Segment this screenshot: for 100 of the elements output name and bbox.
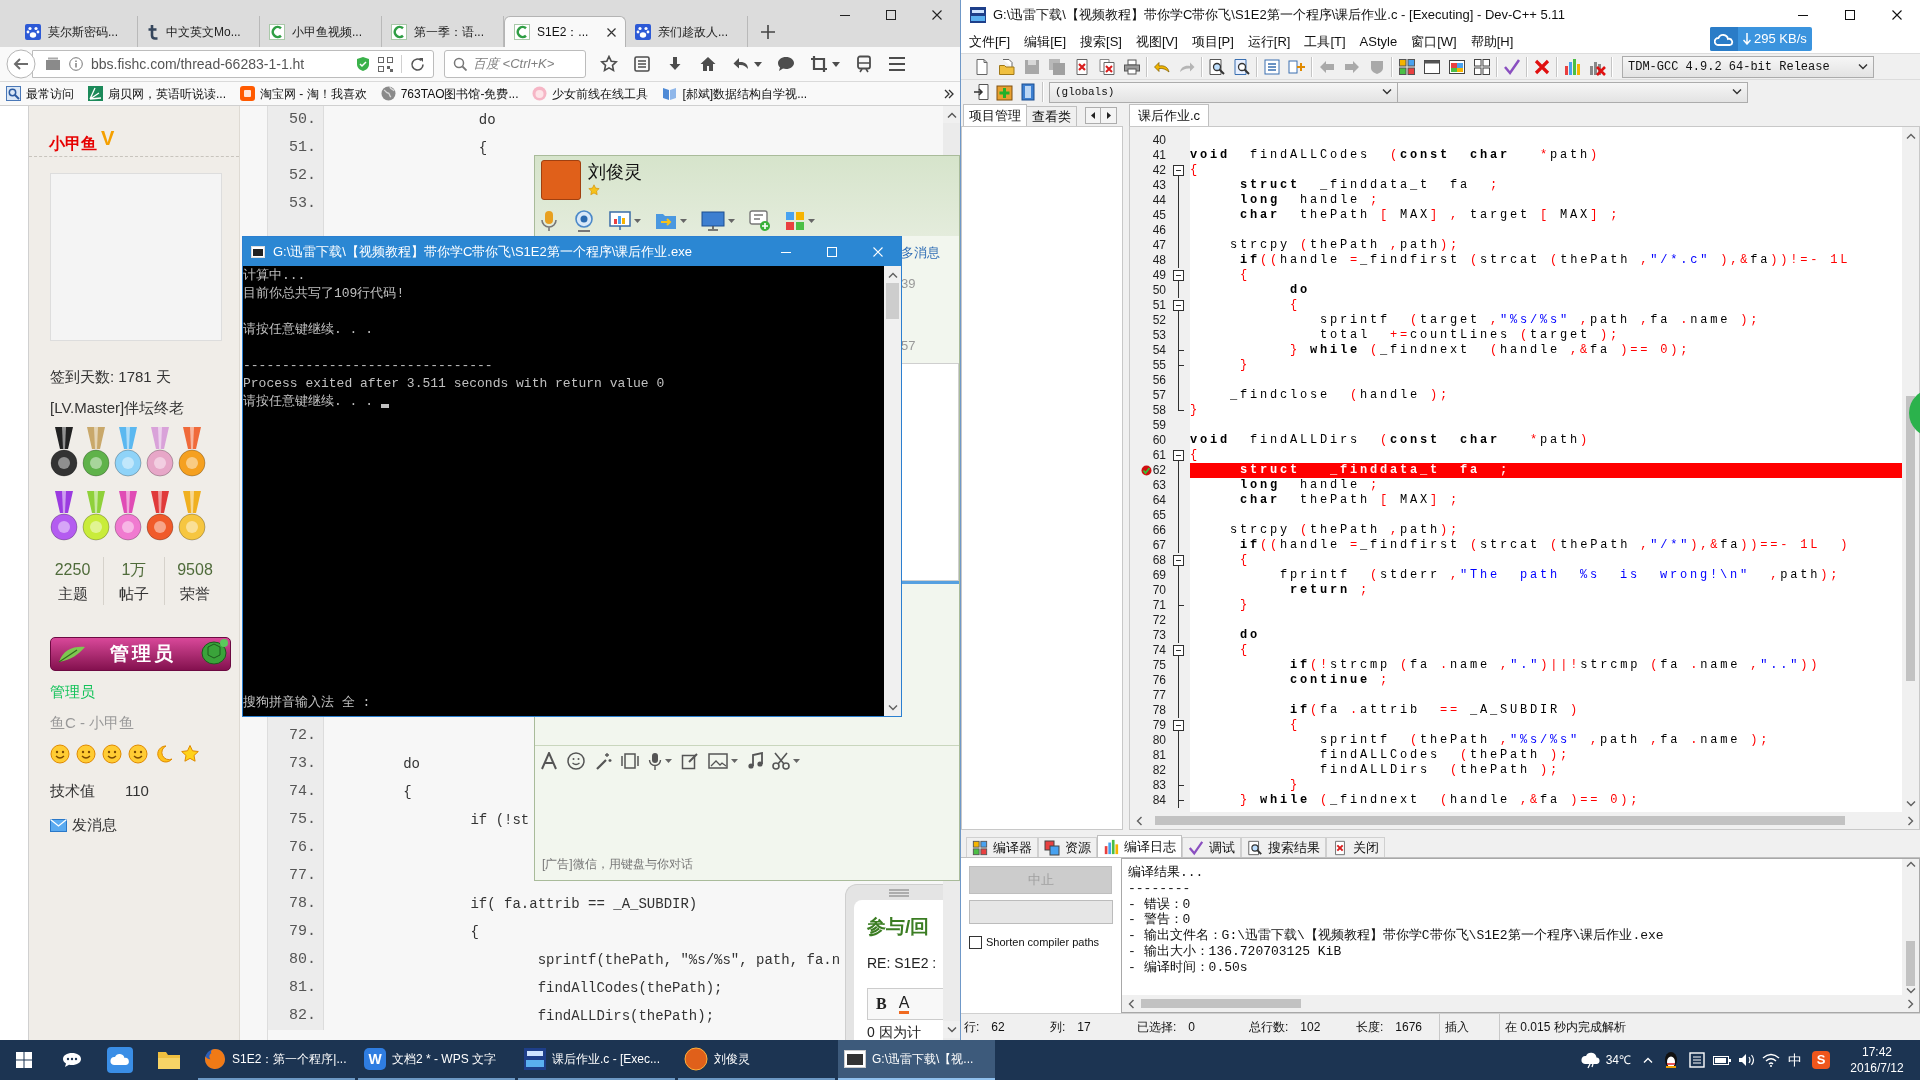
wifi-icon[interactable] xyxy=(1762,1053,1780,1067)
home-icon[interactable] xyxy=(699,55,717,73)
scroll-up-icon[interactable] xyxy=(887,270,898,279)
collapse-icon[interactable] xyxy=(1173,645,1184,656)
stack-icon[interactable] xyxy=(45,57,61,71)
printer-icon[interactable] xyxy=(1123,57,1141,76)
tab-scroll-left-button[interactable] xyxy=(1085,107,1101,124)
caret-icon[interactable] xyxy=(808,219,815,223)
send-message-link[interactable]: 发消息 xyxy=(50,814,117,836)
magic-wand-icon[interactable] xyxy=(594,752,612,770)
checkbox[interactable] xyxy=(969,935,982,949)
vertical-scrollbar[interactable] xyxy=(1902,127,1919,812)
monitor-icon[interactable] xyxy=(701,211,725,231)
menu-icon[interactable] xyxy=(888,56,906,72)
menu-item[interactable]: 项目[P] xyxy=(1191,31,1234,52)
reload-icon[interactable] xyxy=(410,56,425,72)
chat-bubble-icon[interactable] xyxy=(777,55,795,73)
train-icon[interactable] xyxy=(855,55,873,73)
bookmark-link[interactable]: 最常访问 xyxy=(6,84,74,103)
left-triangle-icon[interactable] xyxy=(1091,112,1095,119)
caret-icon[interactable] xyxy=(634,219,641,223)
compiler-select[interactable]: TDM-GCC 4.9.2 64-bit Release xyxy=(1622,55,1874,78)
tick-icon[interactable] xyxy=(1503,57,1521,76)
collapse-icon[interactable] xyxy=(1173,555,1184,566)
bookmark-link[interactable]: 763TAO图书馆-免费... xyxy=(380,84,519,103)
vertical-scrollbar[interactable] xyxy=(1902,859,1919,995)
more-messages-link[interactable]: 多消息 xyxy=(901,245,940,261)
squares-icon[interactable] xyxy=(1473,57,1491,76)
menu-item[interactable]: 搜索[S] xyxy=(1080,31,1122,52)
windows-logo-icon[interactable] xyxy=(16,1052,32,1068)
browser-tab[interactable]: S1E2：... xyxy=(504,16,626,47)
menu-item[interactable]: 工具[T] xyxy=(1304,31,1346,52)
tab-scroll-right-button[interactable] xyxy=(1101,107,1117,124)
speech-bubble-icon[interactable] xyxy=(62,1052,82,1068)
scrollbar-thumb[interactable] xyxy=(1906,396,1915,681)
search-field[interactable]: 百度 <Ctrl+K> xyxy=(444,50,586,78)
info-icon[interactable] xyxy=(69,57,83,71)
ad-text[interactable]: [广告]微信，用键盘与你对话 xyxy=(542,856,693,872)
menu-item[interactable]: 窗口[W] xyxy=(1411,31,1457,52)
scrollbar-thumb[interactable] xyxy=(886,283,899,319)
format-button[interactable]: B xyxy=(876,995,887,1013)
penguin-icon[interactable] xyxy=(1663,1051,1679,1069)
find-icon[interactable] xyxy=(1208,57,1226,76)
collapse-icon[interactable] xyxy=(1173,300,1184,311)
bookmark-link[interactable]: 少女前线在线工具 xyxy=(532,84,649,103)
menu-item[interactable]: 运行[R] xyxy=(1247,31,1291,52)
scroll-right-icon[interactable] xyxy=(1906,998,1915,1009)
menu-item[interactable]: AStyle xyxy=(1359,31,1398,52)
qr-code-icon[interactable] xyxy=(378,56,393,72)
stat-value[interactable]: 9508 xyxy=(177,557,213,583)
window-icon[interactable] xyxy=(1423,57,1441,76)
microphone-icon[interactable] xyxy=(539,210,559,232)
colored-window-icon[interactable] xyxy=(1448,57,1466,76)
maximize-icon[interactable] xyxy=(1844,10,1855,20)
ime-indicator[interactable]: 中 xyxy=(1788,1049,1802,1071)
panel-tab[interactable]: 编译日志 xyxy=(1097,835,1182,857)
caret-icon[interactable] xyxy=(793,759,800,763)
close-all-icon[interactable] xyxy=(1098,57,1116,76)
shield-icon[interactable] xyxy=(356,56,370,72)
panel-tab[interactable]: 调试 xyxy=(1182,837,1241,857)
close-icon[interactable] xyxy=(1891,10,1902,20)
scroll-left-icon[interactable] xyxy=(1126,998,1135,1009)
taskbar-app[interactable]: 课后作业.c - [Exec... xyxy=(518,1040,675,1080)
chevron-down-icon[interactable] xyxy=(1858,62,1868,71)
maximize-icon[interactable] xyxy=(886,10,896,20)
document-icon[interactable] xyxy=(1689,1052,1705,1068)
scroll-down-icon[interactable] xyxy=(1905,799,1916,808)
back-icon[interactable] xyxy=(6,49,36,79)
replace-icon[interactable] xyxy=(1233,57,1251,76)
collapse-icon[interactable] xyxy=(1173,270,1184,281)
panel-tab[interactable]: 查看类 xyxy=(1027,106,1077,126)
scroll-right-icon[interactable] xyxy=(1906,815,1915,826)
microphone-icon[interactable] xyxy=(648,752,662,770)
scope-select[interactable]: (globals) xyxy=(1049,81,1398,103)
close-icon[interactable] xyxy=(607,27,616,37)
stat-value[interactable]: 2250 xyxy=(54,557,91,583)
folder-icon[interactable] xyxy=(157,1050,181,1070)
clock[interactable]: 17:42 2016/7/12 xyxy=(1842,1044,1912,1076)
open-folder-icon[interactable] xyxy=(998,57,1016,76)
caret-icon[interactable] xyxy=(665,759,672,763)
scrollbar-thumb[interactable] xyxy=(1141,999,1301,1008)
presentation-icon[interactable] xyxy=(609,211,631,231)
vertical-scrollbar[interactable] xyxy=(884,266,901,716)
format-button[interactable]: A xyxy=(898,994,910,1014)
scroll-down-icon[interactable] xyxy=(1905,986,1916,995)
insert-page-icon[interactable] xyxy=(973,83,991,101)
chevron-down-icon[interactable] xyxy=(1382,88,1392,96)
font-icon[interactable] xyxy=(540,752,558,770)
scroll-down-icon[interactable] xyxy=(887,703,898,712)
horizontal-scrollbar[interactable] xyxy=(1130,812,1919,829)
edit-icon[interactable] xyxy=(681,752,699,770)
double-chevron-icon[interactable] xyxy=(944,88,954,99)
close-file-icon[interactable] xyxy=(1073,57,1091,76)
battery-icon[interactable] xyxy=(1713,1054,1731,1066)
menu-item[interactable]: 帮助[H] xyxy=(1470,31,1514,52)
bookmark-link[interactable]: 扇贝网，英语听说读... xyxy=(88,84,226,103)
user-name[interactable]: 小甲鱼 xyxy=(49,134,97,154)
panel-tab[interactable]: 编译器 xyxy=(966,837,1038,857)
menu-item[interactable]: 视图[V] xyxy=(1136,31,1178,52)
panel-tab[interactable]: 搜索结果 xyxy=(1241,837,1326,857)
